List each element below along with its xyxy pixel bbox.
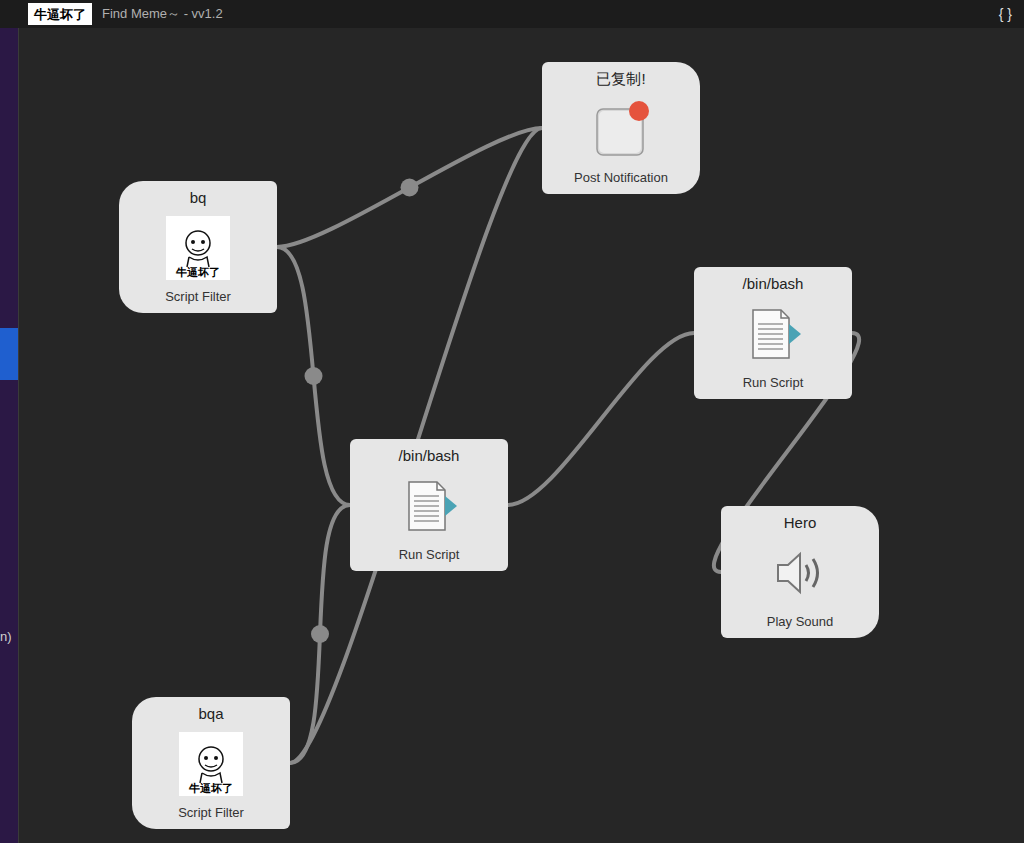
connection-dot[interactable] (401, 179, 419, 197)
workflow-node[interactable]: Hero Play Sound (721, 506, 879, 638)
toolbar-button[interactable]: { } (999, 4, 1012, 25)
node-type-label: Run Script (399, 547, 460, 563)
connection-line[interactable] (290, 128, 542, 763)
connection-line[interactable] (508, 333, 694, 505)
script-icon (741, 306, 805, 362)
workflow-editor: 牛逼坏了 Find Meme～ - vv1.2 { } n) bq 牛逼坏了 Script … (0, 0, 1024, 843)
node-title: 已复制! (596, 70, 645, 88)
node-title: bqa (198, 705, 223, 723)
node-title: /bin/bash (743, 275, 804, 293)
node-type-label: Script Filter (165, 289, 231, 305)
workflow-node[interactable]: 已复制! Post Notification (542, 62, 700, 194)
node-type-label: Post Notification (574, 170, 668, 186)
workflow-node[interactable]: bqa 牛逼坏了 Script Filter (132, 697, 290, 829)
node-title: bq (190, 189, 207, 207)
node-type-label: Run Script (743, 375, 804, 391)
workflow-node[interactable]: bq 牛逼坏了 Script Filter (119, 181, 277, 313)
meme-icon: 牛逼坏了 (166, 216, 230, 280)
node-type-label: Play Sound (767, 614, 834, 630)
sidebar-item-text[interactable]: n) (0, 630, 18, 643)
window-title: Find Meme～ - vv1.2 (102, 4, 223, 24)
workflow-logo: 牛逼坏了 (28, 3, 92, 25)
canvas: bq 牛逼坏了 Script Filter 已复制! Post Notification… (18, 28, 1024, 843)
speaker-icon (768, 545, 832, 601)
notification-icon (589, 99, 653, 159)
title-bar: 牛逼坏了 Find Meme～ - vv1.2 { } (0, 0, 1024, 28)
workflow-node[interactable]: /bin/bash Run Script (694, 267, 852, 399)
connection-dot[interactable] (311, 625, 329, 643)
connection-line[interactable] (277, 247, 350, 505)
sidebar: n) (0, 28, 18, 843)
workflow-node[interactable]: /bin/bash Run Script (350, 439, 508, 571)
node-type-label: Script Filter (178, 805, 244, 821)
meme-icon: 牛逼坏了 (179, 732, 243, 796)
sidebar-selected-item[interactable] (0, 328, 18, 380)
node-title: Hero (784, 514, 817, 532)
node-title: /bin/bash (399, 447, 460, 465)
connection-dot[interactable] (305, 367, 323, 385)
script-icon (397, 478, 461, 534)
